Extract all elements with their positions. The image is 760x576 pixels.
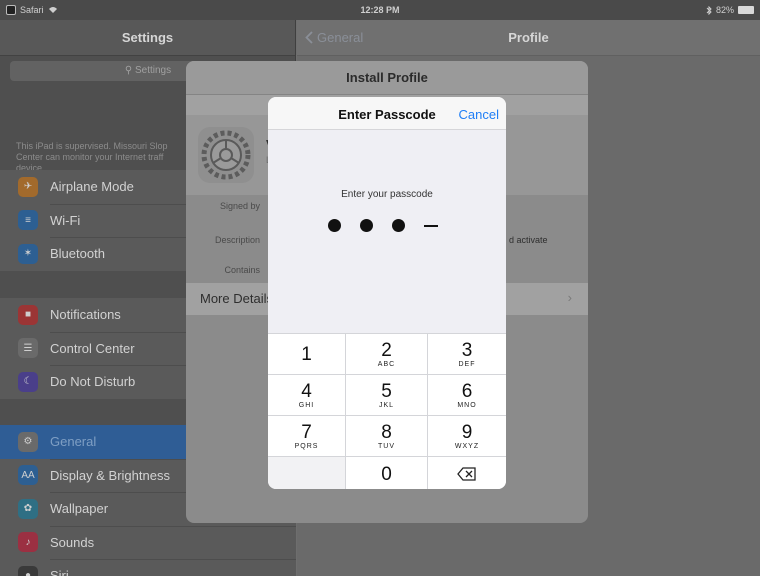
battery-percent: 82%: [715, 5, 734, 15]
status-right: 82%: [706, 5, 754, 15]
sidebar-item-siri[interactable]: ● Siri: [0, 559, 296, 576]
key-digit: 0: [381, 463, 392, 485]
sidebar-item-sounds[interactable]: ♪ Sounds: [0, 525, 296, 560]
key-6[interactable]: 6 MNO: [428, 375, 506, 415]
settings-title: Settings: [121, 30, 174, 45]
key-digit: 5: [381, 380, 392, 402]
keypad-blank: [268, 457, 345, 489]
key-digit: 3: [461, 339, 473, 361]
battery-icon: [738, 6, 754, 14]
status-time: 12:28 PM: [360, 5, 400, 15]
key-9[interactable]: 9 WXYZ: [428, 416, 506, 456]
key-letters: PQRS: [294, 442, 319, 450]
key-8[interactable]: 8 TUV: [346, 416, 427, 456]
search-icon: ⚲: [124, 65, 133, 76]
display-icon: AA: [18, 465, 38, 486]
sidebar-item-label: Display & Brightness: [50, 467, 170, 483]
key-0[interactable]: 0: [346, 457, 427, 489]
delete-key[interactable]: [428, 457, 506, 489]
key-letters: MNO: [457, 401, 477, 409]
key-2[interactable]: 2 ABC: [346, 334, 427, 374]
cancel-button[interactable]: Cancel: [459, 107, 499, 122]
bluetooth-status-icon: [706, 5, 712, 15]
passcode-dialog: Enter Passcode Cancel Enter your passcod…: [268, 97, 506, 489]
key-letters: JKL: [378, 401, 395, 409]
install-profile-title: Install Profile: [186, 61, 588, 95]
key-digit: 4: [301, 380, 312, 402]
key-letters: ABC: [377, 360, 396, 368]
description-label: Description: [214, 235, 260, 245]
number-pad: 1 2 ABC 3 DEF 4 GHI 5 JKL 6 MNO 7 PQRS 8 TUV 9 WXYZ 0: [268, 333, 506, 489]
passcode-header: Enter Passcode Cancel: [268, 97, 506, 130]
sidebar-item-label: Siri: [50, 568, 69, 576]
backspace-icon: [457, 467, 476, 481]
signed-by-label: Signed by: [219, 201, 260, 211]
sidebar-item-label: Wi-Fi: [50, 212, 81, 228]
notifications-icon: ■: [18, 304, 38, 325]
wifi-icon: ≡: [18, 210, 38, 231]
key-digit: 2: [381, 339, 392, 361]
sidebar-item-label: Sounds: [50, 534, 95, 550]
key-letters: GHI: [298, 401, 315, 409]
sidebar-item-label: General: [50, 434, 97, 450]
contains-label: Contains: [224, 265, 260, 275]
control-center-icon: ☰: [18, 338, 38, 359]
status-bar: Safari 12:28 PM 82%: [0, 0, 760, 20]
key-4[interactable]: 4 GHI: [268, 375, 345, 415]
key-3[interactable]: 3 DEF: [428, 334, 506, 374]
key-digit: 1: [301, 343, 312, 365]
search-placeholder: Settings: [134, 65, 172, 76]
passcode-dot-filled: [392, 219, 405, 232]
key-5[interactable]: 5 JKL: [346, 375, 427, 415]
sidebar-item-label: Airplane Mode: [50, 179, 134, 195]
profile-navbar: General Profile: [297, 20, 760, 56]
key-digit: 6: [461, 380, 473, 402]
key-letters: DEF: [458, 360, 476, 368]
key-digit: 8: [381, 421, 392, 443]
sidebar-item-label: Bluetooth: [50, 246, 105, 262]
more-details-label: More Details: [200, 291, 273, 306]
passcode-dot-filled: [328, 219, 341, 232]
settings-gear-icon: [198, 127, 254, 183]
key-7[interactable]: 7 PQRS: [268, 416, 345, 456]
sidebar-item-label: Wallpaper: [50, 501, 109, 517]
sounds-icon: ♪: [18, 532, 38, 553]
profile-title: Profile: [508, 30, 549, 45]
sidebar-item-label: Notifications: [50, 307, 121, 323]
bluetooth-icon: ✶: [18, 243, 38, 264]
passcode-dot-filled: [360, 219, 373, 232]
sidebar-item-label: Do Not Disturb: [50, 374, 136, 390]
sidebar-item-label: Control Center: [50, 340, 135, 356]
key-digit: 9: [461, 421, 473, 443]
passcode-indicator: [328, 219, 438, 232]
chevron-right-icon: ›: [567, 290, 572, 305]
gear-icon: ⚙: [18, 431, 38, 452]
airplane-icon: ✈: [18, 176, 38, 197]
settings-navbar: Settings: [0, 20, 295, 56]
wallpaper-icon: ✿: [18, 498, 38, 519]
key-letters: WXYZ: [454, 442, 480, 450]
description-value-fragment: d activate: [509, 235, 548, 245]
moon-icon: ☾: [18, 371, 38, 392]
key-letters: TUV: [378, 442, 395, 450]
key-1[interactable]: 1: [268, 334, 345, 374]
siri-icon: ●: [18, 565, 38, 576]
key-digit: 7: [301, 421, 312, 443]
passcode-dot-empty: [424, 224, 438, 227]
passcode-prompt: Enter your passcode: [341, 189, 433, 200]
